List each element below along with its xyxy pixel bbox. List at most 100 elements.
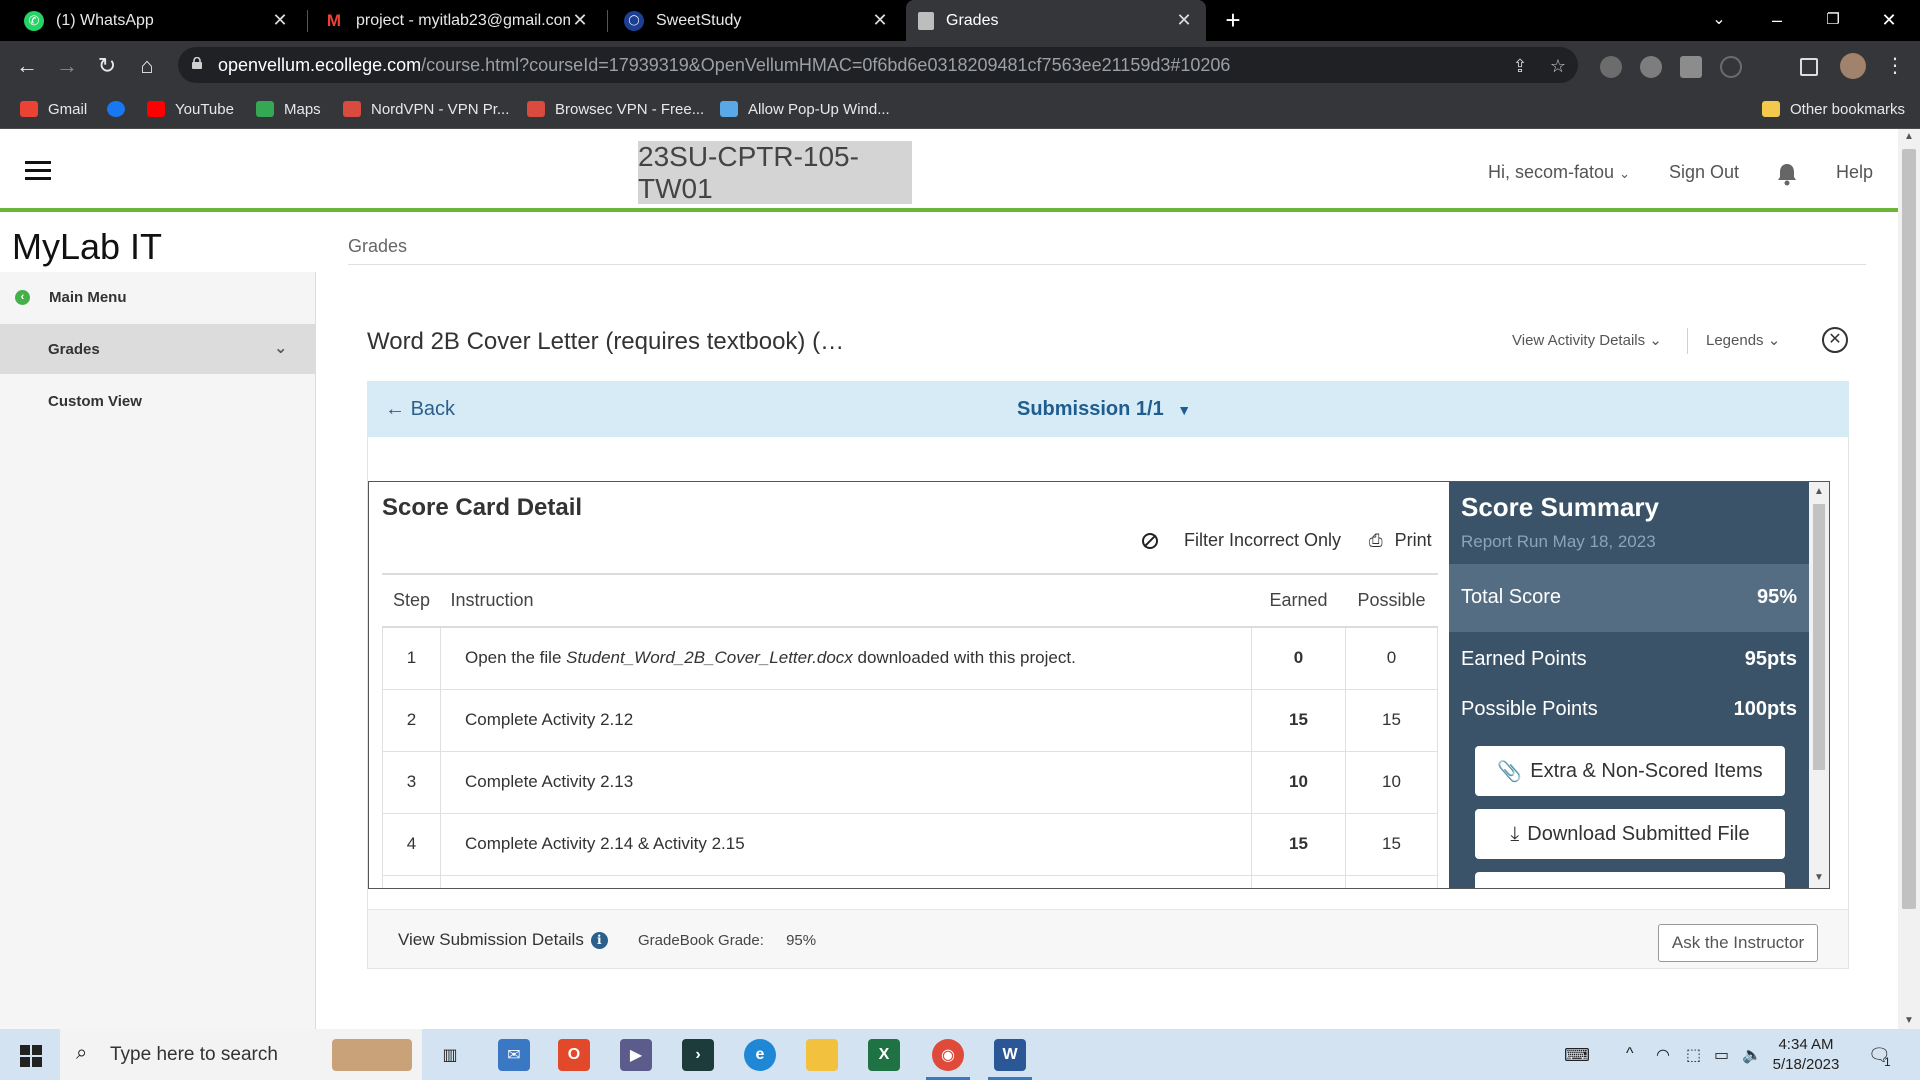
- print-button[interactable]: ⎙ Print: [1369, 530, 1432, 551]
- share-icon[interactable]: ⇪: [1510, 56, 1530, 76]
- minimize-button[interactable]: –: [1754, 0, 1800, 41]
- taskbar-clock[interactable]: 4:34 AM 5/18/2023: [1766, 1035, 1846, 1075]
- maps-icon: [256, 101, 274, 117]
- app-header: 23SU-CPTR-105-TW01 Hi, secom-fatou ⌄ Sig…: [0, 129, 1898, 212]
- task-view-icon[interactable]: ▥: [434, 1039, 466, 1071]
- mail-icon[interactable]: ✉: [498, 1039, 530, 1071]
- extra-non-scored-items-button[interactable]: 📎 Extra & Non-Scored Items: [1475, 746, 1785, 796]
- scroll-down-icon[interactable]: ▼: [1813, 872, 1825, 883]
- sidebar-item-custom-view[interactable]: Custom View: [0, 376, 316, 426]
- bell-icon[interactable]: [1776, 162, 1798, 186]
- close-icon[interactable]: ✕: [270, 10, 290, 31]
- close-icon[interactable]: ✕: [1822, 327, 1848, 353]
- scroll-up-icon[interactable]: ▲: [1813, 486, 1825, 497]
- globe-extension-icon[interactable]: [1640, 56, 1662, 78]
- back-circle-icon: ‹: [15, 289, 30, 305]
- meet-icon[interactable]: ⬚: [1686, 1045, 1701, 1065]
- home-icon[interactable]: ⌂: [132, 51, 162, 81]
- table-row: 3 Complete Activity 2.13 10 10: [382, 750, 1438, 814]
- legends-dropdown[interactable]: Legends ⌄: [1706, 331, 1780, 349]
- excel-icon[interactable]: X: [868, 1039, 900, 1071]
- hamburger-menu-icon[interactable]: [25, 161, 51, 181]
- tab-grades[interactable]: Grades ✕: [906, 0, 1206, 41]
- close-icon[interactable]: ✕: [870, 10, 890, 31]
- bookmark-facebook[interactable]: [107, 90, 135, 128]
- page-scrollbar[interactable]: ▲ ▼: [1898, 129, 1920, 1029]
- step-cell: 3: [382, 750, 441, 814]
- submission-dropdown[interactable]: Submission 1/1 ▼: [1017, 398, 1191, 421]
- window-close-button[interactable]: ✕: [1866, 0, 1912, 41]
- scrollbar-thumb[interactable]: [1902, 149, 1916, 909]
- sidebar-item-main-menu[interactable]: ‹ Main Menu: [0, 272, 316, 322]
- report-run-date: Report Run May 18, 2023: [1461, 532, 1656, 551]
- user-menu[interactable]: Hi, secom-fatou ⌄: [1488, 162, 1630, 183]
- close-icon[interactable]: ✕: [570, 10, 590, 31]
- table-row: [382, 874, 1438, 888]
- chevron-down-icon: ⌄: [1649, 332, 1662, 349]
- tab-gmail[interactable]: M project - myitlab23@gmail.com - ✕: [312, 0, 602, 41]
- tab-search-chevron-icon[interactable]: ⌄: [1696, 0, 1742, 41]
- office-icon[interactable]: O: [558, 1039, 590, 1071]
- extension-icon[interactable]: [1680, 56, 1702, 78]
- tab-sweetstudy[interactable]: ◯ SweetStudy ✕: [612, 0, 902, 41]
- extension-icon[interactable]: [1600, 56, 1622, 78]
- other-bookmarks[interactable]: Other bookmarks: [1762, 90, 1905, 128]
- back-button[interactable]: ← Back: [385, 398, 455, 421]
- ask-instructor-button[interactable]: Ask the Instructor: [1658, 924, 1818, 962]
- sign-out-link[interactable]: Sign Out: [1669, 162, 1739, 183]
- app-icon[interactable]: ›: [682, 1039, 714, 1071]
- bookmark-nordvpn[interactable]: NordVPN - VPN Pr...: [343, 90, 509, 128]
- bookmark-popup[interactable]: Allow Pop-Up Wind...: [720, 90, 890, 128]
- side-panel-icon[interactable]: [1800, 58, 1818, 76]
- keyboard-icon[interactable]: ⌨: [1564, 1045, 1590, 1066]
- video-editor-icon[interactable]: ▶: [620, 1039, 652, 1071]
- bookmark-gmail[interactable]: Gmail: [20, 90, 87, 128]
- scroll-down-icon[interactable]: ▼: [1898, 1015, 1920, 1026]
- close-icon[interactable]: ✕: [1174, 10, 1194, 31]
- chrome-icon[interactable]: ◉: [932, 1039, 964, 1071]
- avatar[interactable]: [1840, 53, 1866, 79]
- back-arrow-icon[interactable]: ←: [12, 51, 42, 81]
- bookmark-star-icon[interactable]: ☆: [1548, 56, 1568, 76]
- tab-whatsapp[interactable]: ✆ (1) WhatsApp ✕: [12, 0, 302, 41]
- view-submission-details-link[interactable]: View Submission Details i: [398, 930, 608, 950]
- battery-icon[interactable]: ▭: [1714, 1045, 1729, 1065]
- view-activity-details-dropdown[interactable]: View Activity Details ⌄: [1512, 331, 1662, 349]
- volume-icon[interactable]: 🔈: [1742, 1045, 1762, 1065]
- frame-scrollbar[interactable]: ▲ ▼: [1809, 482, 1829, 888]
- bookmark-youtube[interactable]: YouTube: [147, 90, 234, 128]
- printer-icon: ⎙: [1369, 530, 1383, 550]
- extension-icon[interactable]: [1720, 56, 1742, 78]
- new-tab-button[interactable]: +: [1218, 6, 1248, 36]
- paperclip-icon: 📎: [1497, 760, 1523, 783]
- filter-incorrect-toggle[interactable]: Filter Incorrect Only: [1142, 530, 1341, 551]
- reload-icon[interactable]: ↻: [92, 51, 122, 81]
- edge-icon[interactable]: e: [744, 1039, 776, 1071]
- forward-arrow-icon[interactable]: →: [52, 51, 82, 81]
- scrollbar-thumb[interactable]: [1813, 504, 1825, 770]
- search-highlight-icon: [332, 1039, 412, 1071]
- summary-button-partial[interactable]: [1475, 872, 1785, 888]
- chevron-up-icon[interactable]: ^: [1626, 1045, 1634, 1063]
- help-link[interactable]: Help: [1836, 162, 1873, 183]
- wifi-icon[interactable]: ◠: [1656, 1045, 1670, 1065]
- taskbar-search-input[interactable]: ⌕ Type here to search: [60, 1029, 422, 1080]
- bookmark-maps[interactable]: Maps: [256, 90, 321, 128]
- brand-logo: MyLab IT: [12, 226, 163, 267]
- bookmark-browsec[interactable]: Browsec VPN - Free...: [527, 90, 704, 128]
- address-bar[interactable]: openvellum.ecollege.com/course.html?cour…: [178, 47, 1578, 83]
- step-cell: 1: [382, 626, 441, 690]
- score-table-scroll[interactable]: Step Instruction Earned Possible 1 Open …: [382, 573, 1438, 888]
- earned-cell: 15: [1251, 812, 1346, 876]
- file-explorer-icon[interactable]: [806, 1039, 838, 1071]
- possible-points-row: Possible Points 100pts: [1461, 698, 1797, 721]
- windows-start-icon[interactable]: [20, 1045, 42, 1067]
- possible-cell: 10: [1345, 750, 1438, 814]
- restore-button[interactable]: ❐: [1810, 0, 1856, 41]
- word-icon[interactable]: W: [994, 1039, 1026, 1071]
- scroll-up-icon[interactable]: ▲: [1898, 131, 1920, 142]
- sidebar-item-grades[interactable]: Grades ⌄: [0, 324, 316, 374]
- download-submitted-file-button[interactable]: ⤓ Download Submitted File: [1475, 809, 1785, 859]
- more-menu-icon[interactable]: ⋮: [1880, 51, 1910, 81]
- column-header-possible: Possible: [1345, 575, 1438, 628]
